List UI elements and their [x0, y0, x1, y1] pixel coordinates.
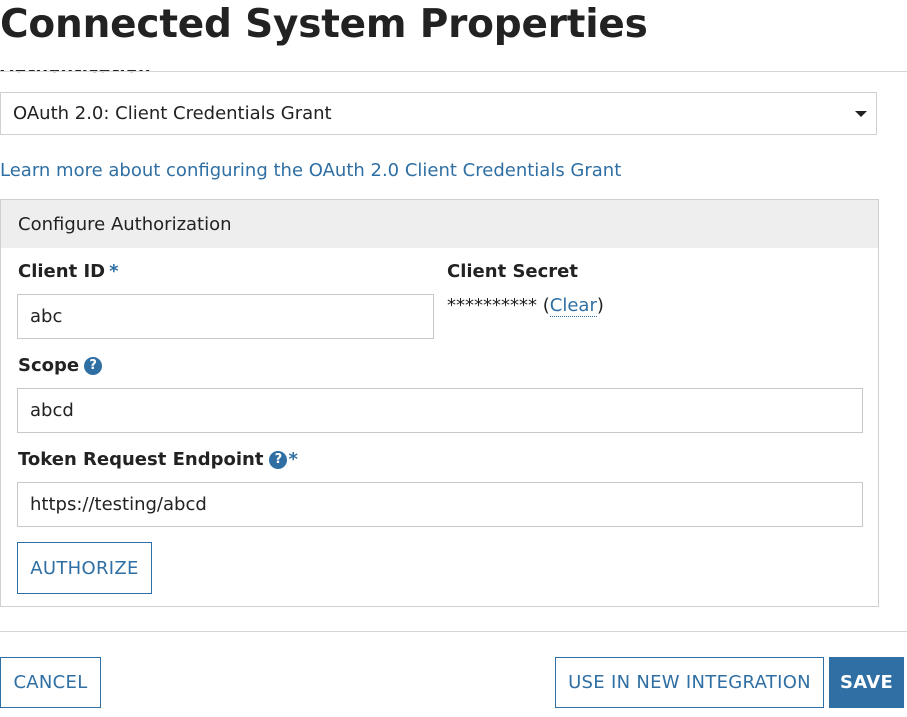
use-in-new-integration-button[interactable]: USE IN NEW INTEGRATION [555, 657, 824, 708]
required-indicator: * [288, 449, 298, 470]
client-id-label-text: Client ID [18, 261, 106, 282]
footer-divider [0, 631, 907, 632]
client-secret-masked: ********** [447, 295, 537, 316]
clear-close-paren: ) [596, 295, 604, 316]
page-title: Connected System Properties [0, 2, 648, 47]
help-icon[interactable]: ? [269, 450, 288, 469]
scope-label: Scope ? [18, 355, 103, 376]
scope-label-text: Scope [18, 355, 80, 376]
configure-authorization-header: Configure Authorization [1, 200, 878, 248]
client-secret-label-text: Client Secret [447, 261, 578, 282]
scope-input[interactable] [17, 388, 863, 433]
client-secret-value: ********** (Clear) [447, 295, 604, 317]
required-indicator: * [109, 261, 119, 282]
connected-system-properties-dialog: Connected System Properties Authenticati… [0, 0, 907, 717]
authentication-label: Authentication [0, 56, 151, 77]
help-icon[interactable]: ? [84, 356, 103, 375]
authorize-button[interactable]: AUTHORIZE [17, 542, 152, 594]
token-endpoint-input[interactable] [17, 482, 863, 527]
configure-authorization-panel: Configure Authorization Client ID * Clie… [0, 199, 879, 607]
save-button[interactable]: SAVE [829, 657, 904, 708]
client-id-input[interactable] [17, 294, 434, 339]
authentication-select[interactable]: OAuth 2.0: Client Credentials Grant [0, 92, 877, 135]
authentication-select-value: OAuth 2.0: Client Credentials Grant [13, 103, 332, 124]
cancel-button[interactable]: CANCEL [0, 657, 101, 708]
learn-more-link[interactable]: Learn more about configuring the OAuth 2… [0, 160, 621, 181]
token-endpoint-label: Token Request Endpoint ? * [18, 449, 298, 470]
token-endpoint-label-text: Token Request Endpoint [18, 449, 264, 470]
title-divider [0, 71, 907, 72]
clear-open-paren: ( [542, 295, 550, 316]
client-secret-label: Client Secret [447, 261, 578, 282]
chevron-down-icon [855, 111, 867, 117]
clear-secret-link[interactable]: Clear [549, 295, 597, 317]
client-id-label: Client ID * [18, 261, 119, 282]
